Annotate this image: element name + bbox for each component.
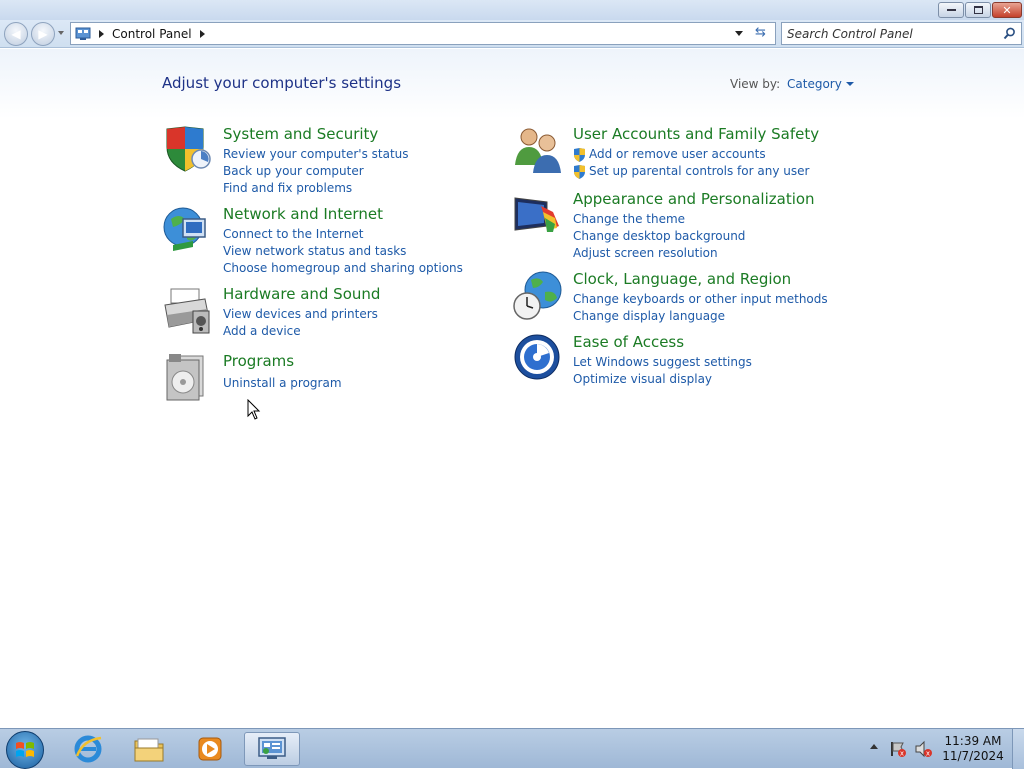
ease-of-access-icon (514, 334, 560, 380)
view-by-dropdown[interactable]: Category (787, 77, 854, 91)
file-explorer-icon (134, 738, 164, 762)
category-title[interactable]: Appearance and Personalization (573, 190, 815, 208)
search-icon[interactable] (1003, 27, 1016, 40)
clock-date: 11/7/2024 (942, 749, 1004, 763)
back-button[interactable]: ◀ (4, 22, 28, 46)
taskbar: x x 11:39 AM 11/7/2024 (0, 728, 1024, 769)
action-center-flag-icon[interactable]: x (889, 740, 907, 758)
category-title[interactable]: Hardware and Sound (223, 285, 380, 303)
search-input[interactable]: Search Control Panel (781, 22, 1022, 45)
internet-explorer-icon (74, 735, 102, 763)
view-by-label: View by: (730, 77, 781, 91)
show-hidden-icons-button[interactable] (870, 744, 878, 749)
link-add-remove-accounts[interactable]: Add or remove user accounts (573, 146, 809, 163)
network-globe-icon (163, 207, 206, 251)
link-add-device[interactable]: Add a device (223, 323, 378, 340)
link-review-status[interactable]: Review your computer's status (223, 146, 409, 163)
taskbar-media-player[interactable] (182, 732, 238, 766)
category-title[interactable]: System and Security (223, 125, 378, 143)
svg-text:x: x (900, 750, 904, 758)
show-desktop-button[interactable] (1012, 729, 1024, 769)
volume-muted-icon[interactable]: x (914, 740, 932, 758)
breadcrumb-separator-icon (99, 29, 104, 38)
link-uninstall-program[interactable]: Uninstall a program (223, 375, 342, 392)
breadcrumb-chevron-icon[interactable] (199, 29, 205, 38)
refresh-icon[interactable]: ⇆ (755, 25, 766, 40)
clock-globe-icon (513, 271, 562, 320)
mouse-cursor-icon (247, 399, 261, 420)
printer-icon (164, 288, 210, 334)
address-dropdown-icon[interactable] (735, 31, 743, 36)
category-title[interactable]: User Accounts and Family Safety (573, 125, 819, 143)
uac-shield-icon (574, 164, 585, 179)
forward-button[interactable]: ▶ (31, 22, 55, 46)
link-text[interactable]: Add or remove user accounts (589, 146, 766, 163)
taskbar-internet-explorer[interactable] (60, 732, 116, 766)
windows-start-icon[interactable] (6, 731, 44, 769)
forward-arrow-icon: ▶ (38, 27, 48, 41)
programs-icon (166, 354, 204, 401)
link-optimize-visual[interactable]: Optimize visual display (573, 371, 752, 388)
link-screen-resolution[interactable]: Adjust screen resolution (573, 245, 745, 262)
breadcrumb-control-panel[interactable]: Control Panel (112, 27, 192, 41)
recent-pages-icon[interactable] (58, 31, 64, 35)
link-network-status[interactable]: View network status and tasks (223, 243, 463, 260)
address-bar[interactable]: Control Panel ⇆ (70, 22, 776, 45)
shield-icon (166, 126, 211, 172)
link-connect-internet[interactable]: Connect to the Internet (223, 226, 463, 243)
control-panel-small-icon (75, 27, 91, 40)
maximize-button[interactable] (965, 2, 991, 18)
back-arrow-icon: ◀ (11, 27, 21, 41)
link-desktop-background[interactable]: Change desktop background (573, 228, 745, 245)
view-by-value[interactable]: Category (787, 77, 842, 91)
navigation-bar: ◀ ▶ Control Panel ⇆ Search Control Panel (0, 20, 1024, 48)
control-panel-window: ✕ ◀ ▶ Control Panel ⇆ Search Control Pan… (0, 0, 1024, 728)
system-clock[interactable]: 11:39 AM 11/7/2024 (938, 734, 1008, 764)
header-band (0, 49, 1024, 119)
category-title[interactable]: Network and Internet (223, 205, 383, 223)
link-keyboards-input[interactable]: Change keyboards or other input methods (573, 291, 828, 308)
users-icon (515, 128, 561, 173)
windows-logo-icon (16, 742, 34, 757)
page-title: Adjust your computer's settings (162, 74, 402, 92)
link-change-theme[interactable]: Change the theme (573, 211, 745, 228)
appearance-monitor-icon (514, 197, 559, 232)
clock-time: 11:39 AM (944, 734, 1002, 748)
close-icon: ✕ (1002, 3, 1012, 17)
link-back-up[interactable]: Back up your computer (223, 163, 409, 180)
title-bar: ✕ (0, 0, 1024, 20)
uac-shield-icon (574, 147, 585, 162)
media-player-icon (198, 737, 222, 761)
chevron-down-icon (845, 82, 854, 86)
svg-text:x: x (926, 750, 930, 758)
taskbar-file-explorer[interactable] (121, 732, 177, 766)
link-parental-controls[interactable]: Set up parental controls for any user (573, 163, 809, 180)
taskbar-control-panel[interactable] (244, 732, 300, 766)
link-windows-suggest[interactable]: Let Windows suggest settings (573, 354, 752, 371)
category-title[interactable]: Programs (223, 352, 294, 370)
link-find-fix-problems[interactable]: Find and fix problems (223, 180, 409, 197)
category-title[interactable]: Clock, Language, and Region (573, 270, 791, 288)
control-panel-icon (258, 737, 286, 759)
category-title[interactable]: Ease of Access (573, 333, 684, 351)
link-text[interactable]: Set up parental controls for any user (589, 163, 809, 180)
close-button[interactable]: ✕ (992, 2, 1022, 18)
link-devices-printers[interactable]: View devices and printers (223, 306, 378, 323)
link-homegroup-sharing[interactable]: Choose homegroup and sharing options (223, 260, 463, 277)
link-display-language[interactable]: Change display language (573, 308, 828, 325)
minimize-button[interactable] (938, 2, 964, 18)
search-placeholder: Search Control Panel (787, 26, 913, 41)
